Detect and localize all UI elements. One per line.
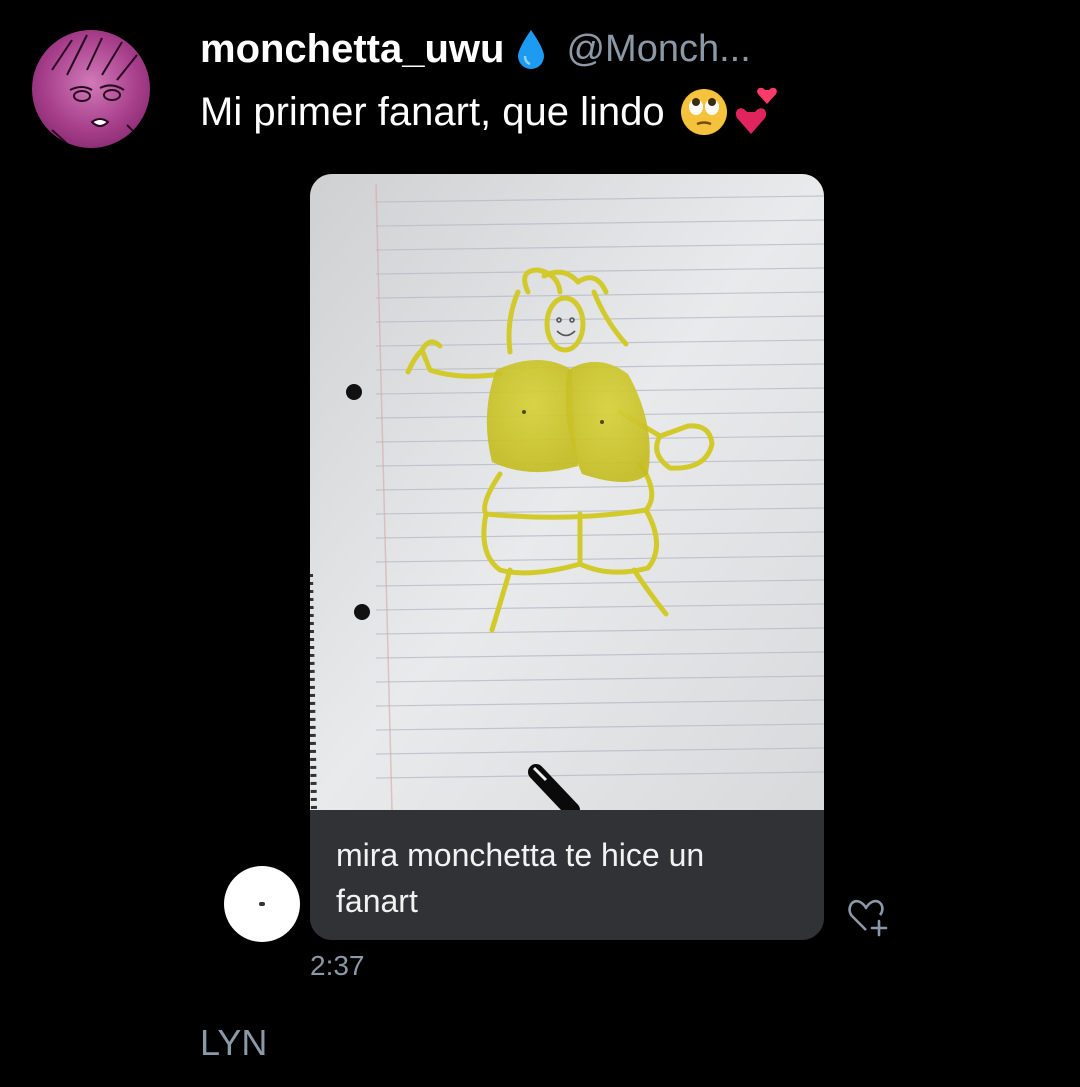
- sender-avatar[interactable]: [224, 866, 300, 942]
- display-name[interactable]: monchetta_uwu: [200, 27, 504, 72]
- media-card[interactable]: mira monchetta te hice un fanart: [310, 174, 824, 940]
- add-reaction-heart-icon[interactable]: [846, 894, 892, 938]
- caption-text: mira monchetta te hice un fanart: [336, 837, 705, 919]
- water-drop-icon: [516, 28, 546, 70]
- footer-label: LYN: [200, 1022, 268, 1063]
- face-with-rolling-eyes-emoji: [679, 87, 729, 137]
- message-caption: mira monchetta te hice un fanart: [310, 810, 824, 940]
- tweet-header: monchetta_uwu @Monch...: [200, 24, 751, 74]
- tweet-avatar[interactable]: [32, 30, 150, 148]
- avatar-dot: [259, 902, 265, 906]
- message-timestamp: 2:37: [310, 950, 365, 981]
- tweet-text: Mi primer fanart, que lindo: [200, 84, 787, 140]
- handle[interactable]: @Monch...: [566, 28, 750, 71]
- fanart-photo[interactable]: [310, 174, 824, 810]
- two-hearts-emoji: [731, 84, 787, 140]
- tweet-body: Mi primer fanart, que lindo: [200, 89, 665, 134]
